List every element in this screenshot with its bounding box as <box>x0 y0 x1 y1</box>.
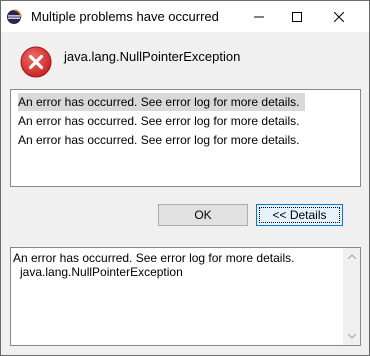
window-title: Multiple problems have occurred <box>31 9 219 24</box>
log-line: An error has occurred. See error log for… <box>13 251 295 265</box>
problem-list[interactable]: An error has occurred. See error log for… <box>10 89 361 187</box>
scroll-up-arrow-icon[interactable] <box>343 248 360 265</box>
list-item[interactable]: An error has occurred. See error log for… <box>18 131 305 149</box>
minimize-button[interactable] <box>241 1 277 32</box>
list-item[interactable]: An error has occurred. See error log for… <box>18 112 305 130</box>
title-bar[interactable]: Multiple problems have occurred <box>1 1 369 32</box>
log-line: java.lang.NullPointerException <box>20 265 183 279</box>
minimize-icon <box>254 16 264 17</box>
error-message: java.lang.NullPointerException <box>64 49 241 64</box>
ok-button[interactable]: OK <box>158 204 248 226</box>
maximize-icon <box>292 11 302 22</box>
error-icon <box>20 46 52 78</box>
vertical-scrollbar[interactable] <box>343 248 360 345</box>
maximize-button[interactable] <box>279 1 315 32</box>
scroll-down-arrow-icon[interactable] <box>343 328 360 345</box>
eclipse-app-icon <box>6 9 22 25</box>
close-button[interactable] <box>321 1 357 32</box>
error-details-text[interactable]: An error has occurred. See error log for… <box>10 247 361 346</box>
close-icon <box>334 11 344 22</box>
list-item[interactable]: An error has occurred. See error log for… <box>18 93 306 111</box>
details-toggle-button[interactable]: << Details <box>256 204 343 226</box>
error-dialog: Multiple problems have occurred java.lan… <box>0 0 370 356</box>
